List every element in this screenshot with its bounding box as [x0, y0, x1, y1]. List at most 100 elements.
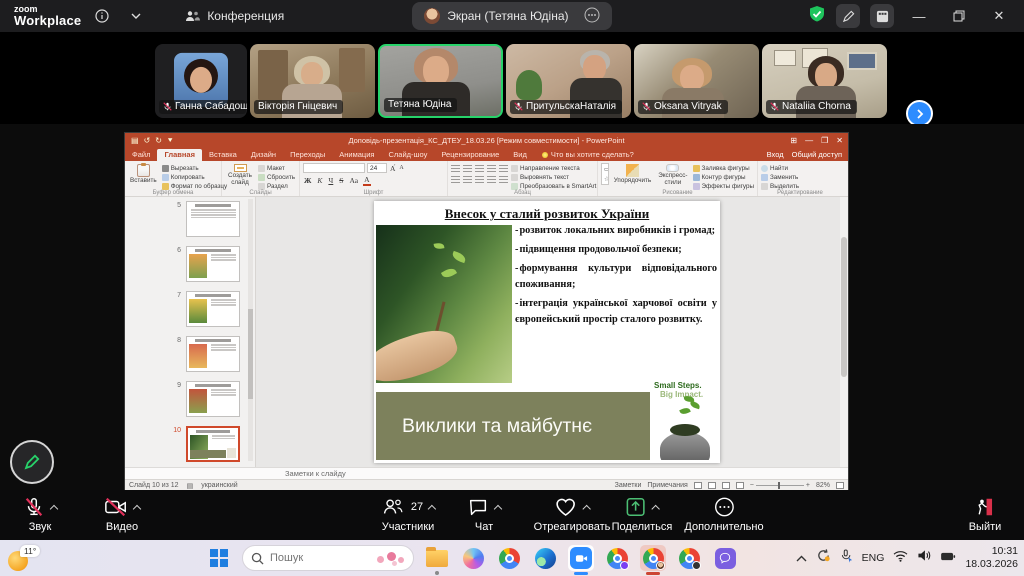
tab-slideshow[interactable]: Слайд-шоу [381, 149, 434, 161]
video-button[interactable]: Видео [104, 495, 140, 533]
font-color-button[interactable]: А [363, 175, 370, 186]
battery-icon[interactable] [940, 549, 956, 567]
convert-smartart-button[interactable]: Преобразовать в SmartArt [511, 183, 596, 190]
notes-pane[interactable]: Заметки к слайду [125, 467, 848, 479]
tell-me-box[interactable]: Что вы хотите сделать? [542, 150, 634, 161]
layout-button[interactable]: Макет [258, 165, 295, 172]
language-indicator[interactable]: украинский [201, 482, 238, 489]
ppt-close-button[interactable]: ✕ [836, 136, 843, 145]
shape-fill-button[interactable]: Заливка фигуры [693, 165, 754, 172]
tab-screen-share[interactable]: Экран (Тетяна Юдіна) [412, 2, 612, 30]
comments-toggle[interactable]: Примечания [647, 482, 687, 489]
tab-transitions[interactable]: Переходы [283, 149, 332, 161]
shrink-font-button[interactable]: А [398, 165, 404, 171]
font-name-combobox[interactable] [303, 163, 365, 173]
language-indicator[interactable]: ENG [862, 552, 885, 564]
find-button[interactable]: Найти [761, 165, 799, 172]
section-button[interactable]: Раздел [258, 183, 295, 190]
slideshow-view-button[interactable] [736, 482, 744, 489]
tab-insert[interactable]: Вставка [202, 149, 244, 161]
annotate-toolbar-icon[interactable] [836, 4, 860, 28]
change-case-button[interactable]: Аа [348, 176, 359, 185]
shape-outline-button[interactable]: Контур фигуры [693, 174, 754, 181]
cut-button[interactable]: Вырезать [162, 165, 227, 172]
copilot-icon[interactable] [460, 545, 486, 571]
bullets-button[interactable] [451, 165, 460, 173]
chrome-profile-icon[interactable] [604, 545, 630, 571]
chevron-down-icon[interactable] [123, 3, 149, 29]
wifi-icon[interactable] [893, 549, 908, 567]
align-left-button[interactable] [451, 176, 460, 184]
taskbar-clock[interactable]: 10:31 18.03.2026 [965, 545, 1018, 570]
underline-button[interactable]: Ч [327, 176, 334, 185]
shape-effects-button[interactable]: Эффекты фигуры [693, 183, 754, 190]
notes-toggle[interactable]: Заметки [615, 482, 642, 489]
share-options-chevron[interactable] [652, 504, 660, 512]
slide-thumbnail[interactable] [186, 246, 240, 282]
share-document-button[interactable]: Общий доступ [792, 150, 842, 159]
video-tile[interactable]: Oksana Vitryak [634, 44, 759, 118]
quick-access-toolbar[interactable]: ▤↺↻⯆ [131, 136, 173, 146]
tab-file[interactable]: Файл [125, 149, 157, 161]
maximize-button[interactable] [944, 4, 974, 28]
copy-button[interactable]: Копировать [162, 174, 227, 181]
tab-meeting[interactable]: Конференция [173, 2, 296, 30]
replace-button[interactable]: Заменить [761, 174, 799, 181]
ppt-minimize-button[interactable]: — [805, 136, 813, 145]
zoom-app-icon[interactable] [568, 545, 594, 571]
quick-styles-button[interactable]: Экспресс-стили [656, 163, 689, 188]
panel-scrollbar[interactable] [248, 199, 253, 461]
tab-review[interactable]: Рецензирование [434, 149, 506, 161]
line-spacing-button[interactable] [499, 165, 508, 173]
slide-thumbnail[interactable] [186, 381, 240, 417]
speaker-icon[interactable] [917, 549, 931, 567]
indent-increase-button[interactable] [487, 165, 496, 173]
share-screen-button[interactable]: Поделиться [612, 495, 673, 533]
chrome-profile2-icon[interactable] [676, 545, 702, 571]
annotation-pencil-button[interactable] [10, 440, 54, 484]
columns-button[interactable] [499, 176, 508, 184]
weather-widget[interactable]: 11° [8, 545, 48, 571]
react-options-chevron[interactable] [583, 504, 591, 512]
ppt-restore-button[interactable]: ❐ [821, 136, 828, 145]
paste-button[interactable]: Вставить [128, 163, 159, 188]
slide-thumbnail[interactable] [186, 336, 240, 372]
select-button[interactable]: Выделить [761, 183, 799, 190]
chrome-icon[interactable] [496, 545, 522, 571]
chrome-active-profile-icon[interactable] [640, 545, 666, 571]
ribbon-options-icon[interactable]: ⊞ [790, 136, 797, 145]
numbering-button[interactable] [463, 165, 472, 173]
bold-button[interactable]: Ж [303, 176, 312, 185]
minimize-button[interactable]: — [904, 4, 934, 28]
new-slide-button[interactable]: Создать слайд [225, 163, 255, 188]
leave-button[interactable]: Выйти [969, 495, 1002, 533]
arrange-button[interactable]: Упорядочить [612, 163, 653, 188]
align-text-button[interactable]: Выровнять текст [511, 174, 596, 181]
tab-design[interactable]: Дизайн [244, 149, 283, 161]
align-center-button[interactable] [463, 176, 472, 184]
justify-button[interactable] [487, 176, 496, 184]
current-slide[interactable]: Внесок у сталий розвиток України розвито… [374, 201, 720, 463]
text-direction-button[interactable]: Направление текста [511, 165, 596, 172]
dictation-mic-icon[interactable] [840, 549, 853, 568]
font-size-combobox[interactable]: 24 [367, 163, 387, 173]
chat-options-chevron[interactable] [494, 504, 502, 512]
italic-button[interactable]: К [316, 176, 323, 185]
participants-options-chevron[interactable] [428, 504, 436, 512]
video-tile[interactable]: Вікторія Гніцевич [250, 44, 375, 118]
grow-font-button[interactable]: А́ [389, 164, 396, 173]
video-tile-active-speaker[interactable]: Тетяна Юдіна [378, 44, 503, 118]
participants-button[interactable]: 27 Участники [381, 495, 435, 533]
zoom-percentage[interactable]: 82% [816, 482, 830, 489]
zoom-slider[interactable]: −+ [750, 482, 810, 489]
chat-button[interactable]: Чат [467, 495, 501, 533]
slide-thumbnail[interactable] [186, 291, 240, 327]
security-shield-icon[interactable] [808, 5, 826, 28]
react-button[interactable]: Отреагировать [534, 495, 611, 533]
sign-in-button[interactable]: Вход [767, 150, 784, 159]
editor-scrollbar[interactable] [840, 197, 848, 467]
audio-button[interactable]: Звук [23, 495, 57, 533]
slide-thumbnail-selected[interactable] [186, 426, 240, 462]
video-tile[interactable]: Ганна Сабадош [155, 44, 247, 118]
indent-decrease-button[interactable] [475, 165, 484, 173]
